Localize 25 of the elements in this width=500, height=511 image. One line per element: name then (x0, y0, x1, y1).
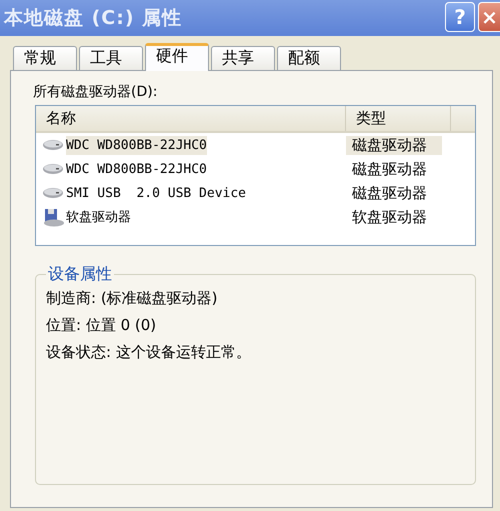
drive-type: 磁盘驱动器 (346, 136, 442, 154)
list-label: 所有磁盘驱动器(D): (33, 83, 158, 101)
window-title: 本地磁盘 (C:) 属性 (4, 6, 182, 31)
tab[interactable]: 硬件 (145, 43, 209, 71)
drive-name[interactable]: 软盘驱动器 (66, 206, 131, 228)
drive-type: 磁盘驱动器 (351, 184, 428, 202)
disk-drive-icon (42, 162, 64, 176)
drive-type: 软盘驱动器 (351, 208, 428, 226)
column-header[interactable]: 名称 (36, 106, 346, 131)
tab[interactable]: 常规 (13, 46, 77, 70)
property-text: 设备状态: 这个设备运转正常。 (46, 343, 252, 362)
drive-name[interactable]: WDC WD800BB-22JHC0 (66, 136, 207, 154)
property-text: 位置: 位置 0 (0) (46, 316, 158, 335)
property-text: 制造商: (标准磁盘驱动器) (46, 289, 219, 308)
tab[interactable]: 工具 (79, 46, 143, 70)
drive-type: 磁盘驱动器 (351, 160, 428, 178)
disk-drive-icon (42, 186, 64, 200)
floppy-drive-icon (42, 207, 64, 227)
column-header[interactable]: 类型 (346, 106, 451, 131)
tab[interactable]: 共享 (211, 46, 275, 70)
drive-name[interactable]: SMI USB 2.0 USB Device (66, 184, 246, 202)
disk-drive-icon (42, 138, 64, 152)
tab[interactable]: 配额 (277, 46, 341, 70)
drive-name[interactable]: WDC WD800BB-22JHC0 (66, 160, 207, 178)
group-title: 设备属性 (47, 264, 113, 285)
